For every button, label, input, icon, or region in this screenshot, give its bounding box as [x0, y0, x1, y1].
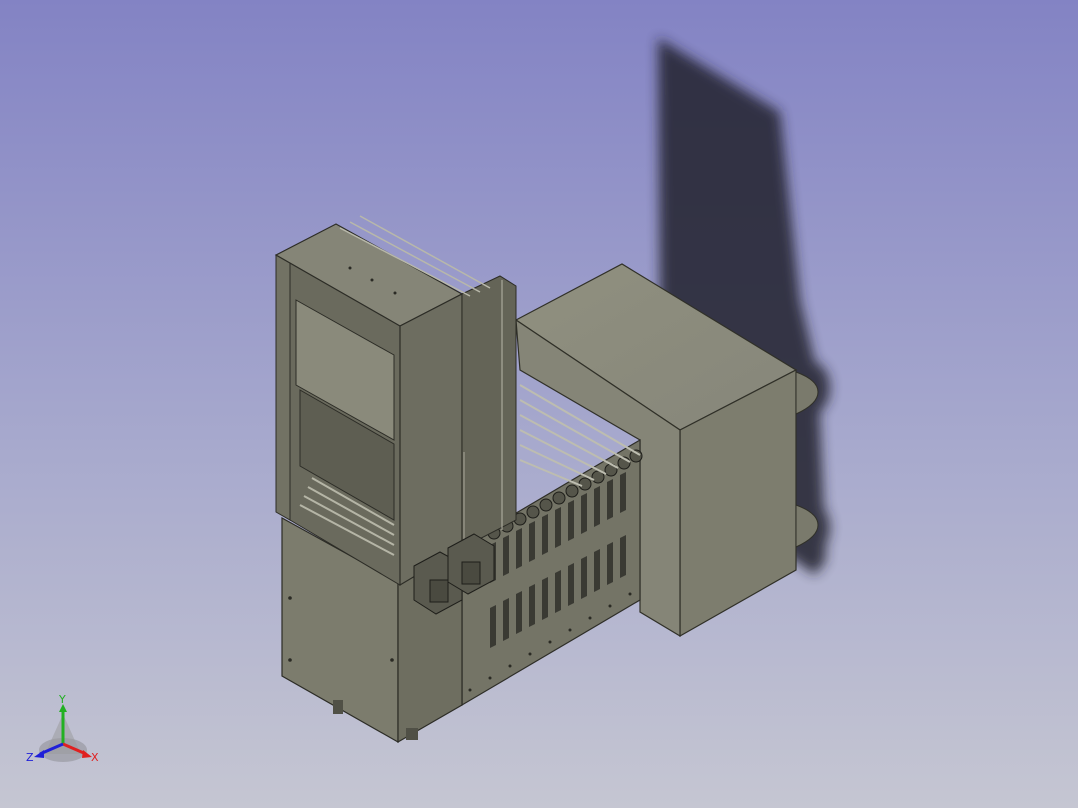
x-axis-label: X [91, 751, 99, 764]
y-axis-label: Y [58, 693, 66, 706]
3d-viewport[interactable]: Y X Z [0, 0, 1078, 808]
z-axis-label: Z [26, 751, 34, 764]
orientation-triad[interactable]: Y X Z [22, 692, 108, 772]
cad-model-scene[interactable] [0, 0, 1078, 808]
z-axis-arrowhead [34, 750, 44, 758]
